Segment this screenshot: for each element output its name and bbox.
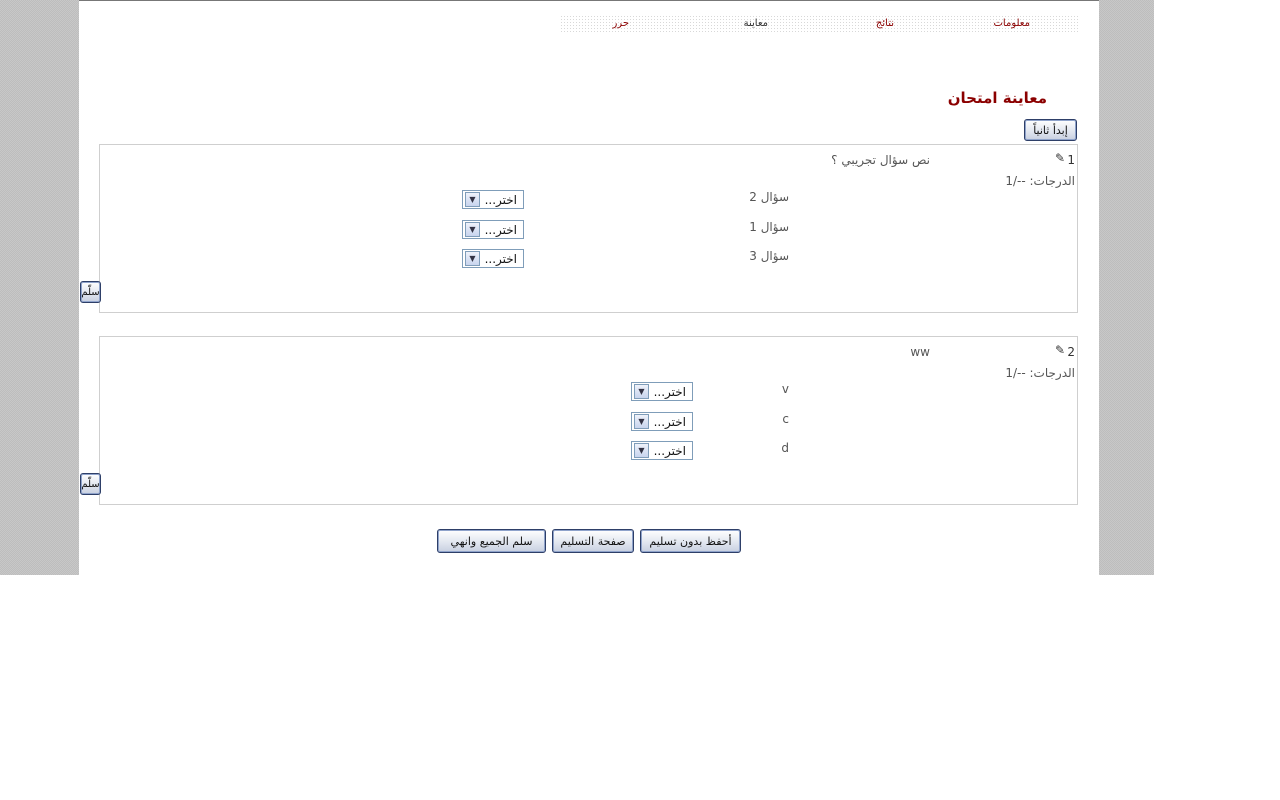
pencil-icon[interactable]: ✎ (1055, 343, 1065, 357)
match-answer-select[interactable]: اختر... ▼ (631, 412, 693, 431)
submit-question-button[interactable]: سلّم (80, 473, 101, 495)
chevron-down-icon[interactable]: ▼ (465, 222, 480, 237)
submit-all-finish-button[interactable]: سلم الجميع وانهي (437, 529, 546, 553)
tab-preview[interactable]: معاينة (744, 18, 768, 29)
left-border-pattern (0, 0, 79, 575)
match-item-label: سؤال 1 (749, 220, 789, 234)
pencil-icon[interactable]: ✎ (1055, 151, 1065, 165)
question-block: 2 ✎ ww الدرجات: --/1 v اختر... ▼ c اختر.… (99, 336, 1078, 505)
question-grades: الدرجات: --/1 (1005, 174, 1075, 188)
question-block: 1 ✎ نص سؤال تجريبي ؟ الدرجات: --/1 سؤال … (99, 144, 1078, 313)
tab-edit[interactable]: حرر (612, 18, 629, 29)
match-answer-select[interactable]: اختر... ▼ (631, 441, 693, 460)
quiz-preview-page: معلومات نتائج معاينة حرر معاينة امتحان إ… (79, 0, 1099, 576)
match-answer-select[interactable]: اختر... ▼ (462, 249, 524, 268)
submit-question-button[interactable]: سلّم (80, 281, 101, 303)
question-text: نص سؤال تجريبي ؟ (831, 153, 930, 167)
match-item-label: سؤال 3 (749, 249, 789, 263)
question-grades: الدرجات: --/1 (1005, 366, 1075, 380)
match-item-label: c (782, 412, 789, 426)
page-title: معاينة امتحان (947, 89, 1047, 107)
chevron-down-icon[interactable]: ▼ (465, 192, 480, 207)
tab-info[interactable]: معلومات (994, 18, 1030, 29)
tab-results[interactable]: نتائج (876, 18, 894, 29)
match-answer-select[interactable]: اختر... ▼ (462, 190, 524, 209)
match-answer-select[interactable]: اختر... ▼ (462, 220, 524, 239)
tab-bar: معلومات نتائج معاينة حرر (560, 15, 1080, 33)
restart-button[interactable]: إبدأ ثانياً (1024, 119, 1077, 141)
chevron-down-icon[interactable]: ▼ (634, 384, 649, 399)
chevron-down-icon[interactable]: ▼ (634, 414, 649, 429)
right-border-pattern (1099, 0, 1154, 575)
question-number: 1 (1067, 153, 1075, 167)
submit-page-button[interactable]: صفحة التسليم (552, 529, 634, 553)
match-answer-select[interactable]: اختر... ▼ (631, 382, 693, 401)
chevron-down-icon[interactable]: ▼ (465, 251, 480, 266)
question-text: ww (910, 345, 930, 359)
match-item-label: d (781, 441, 789, 455)
save-without-submit-button[interactable]: أحفظ بدون تسليم (640, 529, 741, 553)
match-item-label: سؤال 2 (749, 190, 789, 204)
match-item-label: v (781, 382, 789, 396)
chevron-down-icon[interactable]: ▼ (634, 443, 649, 458)
question-number: 2 (1067, 345, 1075, 359)
